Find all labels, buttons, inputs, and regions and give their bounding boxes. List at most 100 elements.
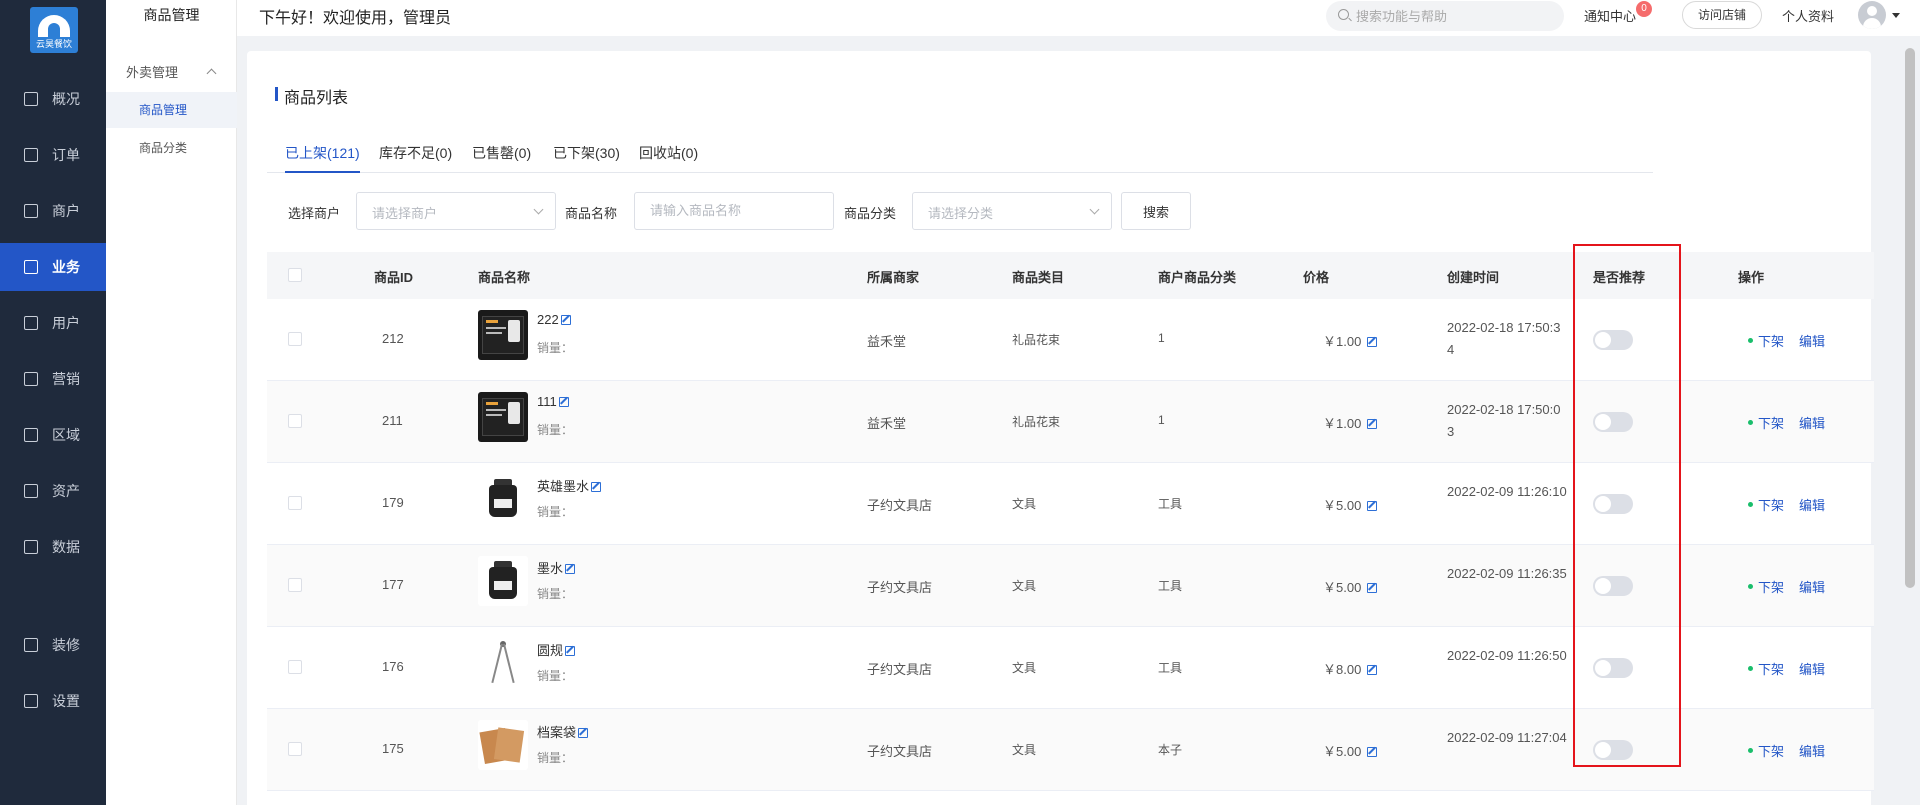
subnav-item-goods-management[interactable]: 商品管理 bbox=[106, 92, 237, 128]
merchant-icon bbox=[24, 204, 38, 218]
edit-icon[interactable] bbox=[1367, 665, 1378, 675]
tab-on-shelf[interactable]: 已上架(121) bbox=[285, 143, 360, 173]
goods-thumbnail[interactable] bbox=[478, 310, 528, 360]
sidebar-item-settings[interactable]: 设置 bbox=[0, 677, 106, 725]
business-icon bbox=[24, 260, 38, 274]
global-search[interactable] bbox=[1326, 1, 1564, 31]
goods-thumbnail[interactable] bbox=[478, 720, 528, 770]
col-header-category: 商品类目 bbox=[1012, 270, 1065, 285]
sidebar-item-user[interactable]: 用户 bbox=[0, 299, 106, 347]
profile-link[interactable]: 个人资料 bbox=[1782, 6, 1834, 25]
goods-name[interactable]: 111 bbox=[537, 394, 569, 409]
merchant-select[interactable]: 请选择商户 bbox=[356, 192, 556, 230]
tab-sold-out[interactable]: 已售罄(0) bbox=[472, 143, 531, 171]
off-shelf-link[interactable]: 下架 bbox=[1758, 659, 1784, 678]
goods-price[interactable]: ￥8.00 bbox=[1323, 659, 1378, 678]
edit-link[interactable]: 编辑 bbox=[1799, 577, 1825, 596]
sidebar-item-marketing[interactable]: 营销 bbox=[0, 355, 106, 403]
search-input[interactable] bbox=[1356, 5, 1556, 27]
edit-icon[interactable] bbox=[1367, 583, 1378, 593]
off-shelf-link[interactable]: 下架 bbox=[1758, 495, 1784, 514]
goods-price[interactable]: ￥1.00 bbox=[1323, 413, 1378, 432]
sidebar-item-asset[interactable]: 资产 bbox=[0, 467, 106, 515]
edit-link[interactable]: 编辑 bbox=[1799, 659, 1825, 678]
edit-icon[interactable] bbox=[1367, 501, 1378, 511]
goods-name[interactable]: 英雄墨水 bbox=[537, 476, 602, 495]
edit-icon[interactable] bbox=[1367, 337, 1378, 347]
caret-down-icon[interactable] bbox=[1892, 13, 1900, 18]
goods-name-text: 档案袋 bbox=[537, 725, 577, 740]
thumb-part bbox=[486, 320, 498, 323]
goods-name[interactable]: 222 bbox=[537, 312, 571, 327]
subnav-group-takeout[interactable]: 外卖管理 bbox=[106, 58, 237, 88]
category-select[interactable]: 请选择分类 bbox=[912, 192, 1112, 230]
sidebar-item-label: 资产 bbox=[52, 483, 80, 499]
edit-link[interactable]: 编辑 bbox=[1799, 331, 1825, 350]
name-filter-field[interactable] bbox=[634, 192, 834, 230]
page-scrollbar[interactable] bbox=[1905, 48, 1915, 588]
col-header-created: 创建时间 bbox=[1447, 270, 1500, 285]
goods-price[interactable]: ￥5.00 bbox=[1323, 577, 1378, 596]
sidebar-item-data[interactable]: 数据 bbox=[0, 523, 106, 571]
goods-name-text: 墨水 bbox=[537, 561, 564, 576]
sidebar-item-overview[interactable]: 概况 bbox=[0, 75, 106, 123]
goods-sales: 销量： bbox=[537, 587, 574, 601]
goods-thumbnail[interactable] bbox=[478, 474, 528, 524]
edit-icon[interactable] bbox=[1367, 419, 1378, 429]
goods-thumbnail[interactable] bbox=[478, 638, 528, 688]
visit-store-button[interactable]: 访问店铺 bbox=[1682, 1, 1762, 29]
sidebar-item-business[interactable]: 业务 bbox=[0, 243, 106, 291]
name-filter-input[interactable] bbox=[650, 203, 820, 218]
edit-icon[interactable] bbox=[578, 728, 589, 738]
row-checkbox[interactable] bbox=[288, 414, 302, 428]
edit-icon[interactable] bbox=[591, 482, 602, 492]
off-shelf-link[interactable]: 下架 bbox=[1758, 413, 1784, 432]
avatar[interactable] bbox=[1858, 1, 1886, 29]
tab-recycle-bin[interactable]: 回收站(0) bbox=[639, 143, 698, 171]
app-logo[interactable]: 云昊餐饮 bbox=[30, 7, 78, 53]
edit-link[interactable]: 编辑 bbox=[1799, 413, 1825, 432]
row-checkbox[interactable] bbox=[288, 496, 302, 510]
goods-name[interactable]: 档案袋 bbox=[537, 722, 589, 741]
goods-merchant-category: 1 bbox=[1158, 413, 1165, 427]
edit-icon[interactable] bbox=[565, 564, 576, 574]
row-checkbox[interactable] bbox=[288, 742, 302, 756]
edit-link[interactable]: 编辑 bbox=[1799, 495, 1825, 514]
goods-price[interactable]: ￥5.00 bbox=[1323, 741, 1378, 760]
goods-id: 175 bbox=[382, 741, 404, 756]
search-button[interactable]: 搜索 bbox=[1121, 192, 1191, 230]
edit-link[interactable]: 编辑 bbox=[1799, 741, 1825, 760]
subnav-item-goods-category[interactable]: 商品分类 bbox=[106, 130, 237, 166]
edit-icon[interactable] bbox=[558, 397, 569, 407]
sidebar-item-order[interactable]: 订单 bbox=[0, 131, 106, 179]
goods-name[interactable]: 墨水 bbox=[537, 558, 576, 577]
goods-price[interactable]: ￥5.00 bbox=[1323, 495, 1378, 514]
sidebar-item-merchant[interactable]: 商户 bbox=[0, 187, 106, 235]
off-shelf-link[interactable]: 下架 bbox=[1758, 577, 1784, 596]
goods-thumbnail[interactable] bbox=[478, 556, 528, 606]
goods-category: 礼品花束 bbox=[1012, 333, 1061, 347]
goods-name[interactable]: 圆规 bbox=[537, 640, 576, 659]
tab-off-shelf[interactable]: 已下架(30) bbox=[553, 143, 620, 171]
edit-icon[interactable] bbox=[1367, 747, 1378, 757]
region-icon bbox=[24, 428, 38, 442]
edit-icon[interactable] bbox=[565, 646, 576, 656]
goods-thumbnail[interactable] bbox=[478, 392, 528, 442]
goods-merchant-category: 本子 bbox=[1158, 743, 1183, 757]
edit-icon[interactable] bbox=[560, 315, 571, 325]
row-checkbox[interactable] bbox=[288, 578, 302, 592]
thumb-part bbox=[486, 332, 502, 334]
sidebar-item-decorate[interactable]: 装修 bbox=[0, 621, 106, 669]
goods-price[interactable]: ￥1.00 bbox=[1323, 331, 1378, 350]
row-checkbox[interactable] bbox=[288, 660, 302, 674]
row-checkbox[interactable] bbox=[288, 332, 302, 346]
sidebar-item-region[interactable]: 区域 bbox=[0, 411, 106, 459]
status-tabs: 已上架(121) 库存不足(0) 已售罄(0) 已下架(30) 回收站(0) bbox=[267, 133, 1653, 173]
thumb-part bbox=[486, 414, 502, 416]
notification-center[interactable]: 通知中心 bbox=[1584, 6, 1636, 25]
off-shelf-link[interactable]: 下架 bbox=[1758, 741, 1784, 760]
select-all-checkbox[interactable] bbox=[288, 268, 302, 282]
off-shelf-link[interactable]: 下架 bbox=[1758, 331, 1784, 350]
tab-low-stock[interactable]: 库存不足(0) bbox=[379, 143, 452, 171]
goods-name-text: 111 bbox=[537, 394, 557, 409]
